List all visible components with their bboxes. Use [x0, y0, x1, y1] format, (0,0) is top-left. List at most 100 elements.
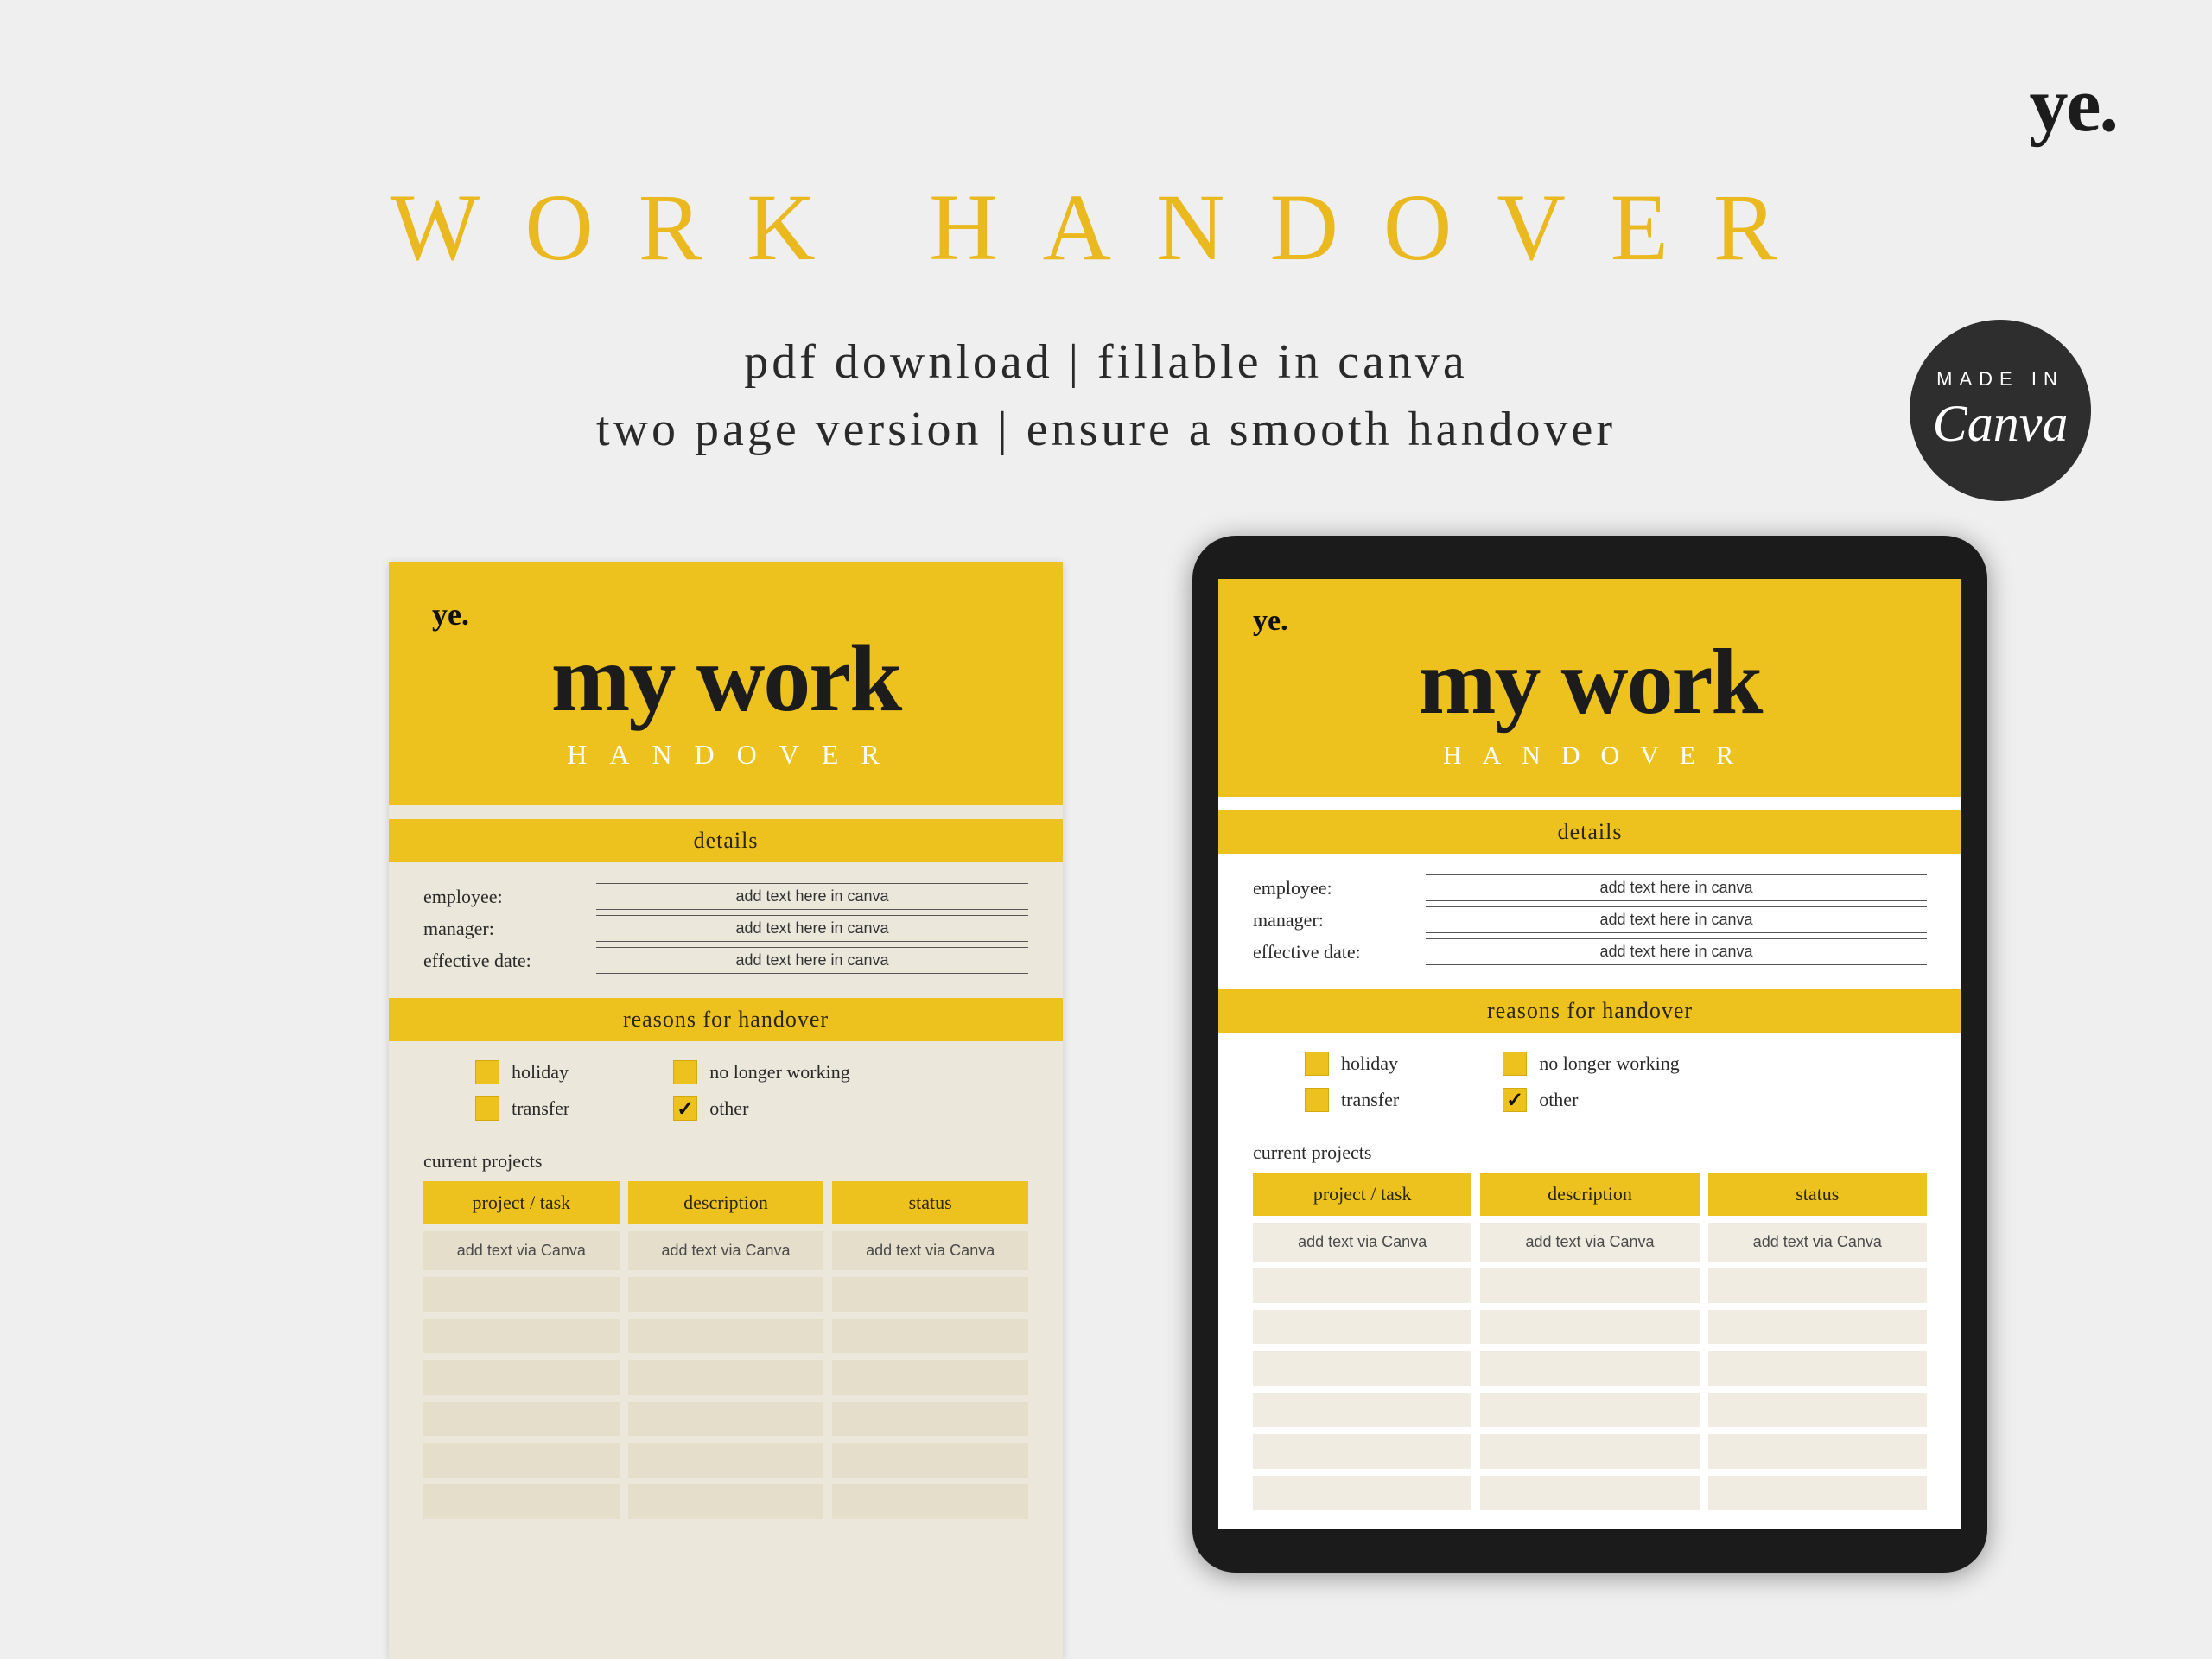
- reason-item: no longer working: [673, 1060, 850, 1084]
- detail-value: add text here in canva: [1426, 874, 1927, 901]
- reason-label: transfer: [512, 1097, 569, 1120]
- detail-row: effective date: add text here in canva: [1253, 938, 1927, 965]
- projects-cell: [423, 1443, 620, 1478]
- projects-cell: [1253, 1393, 1471, 1427]
- subhead-line-2: two page version | ensure a smooth hando…: [596, 403, 1616, 456]
- detail-row: manager: add text here in canva: [1253, 906, 1927, 933]
- projects-row: [423, 1319, 1028, 1353]
- reason-item: transfer: [475, 1096, 569, 1121]
- doc-subtitle: HANDOVER: [432, 739, 1020, 771]
- projects-cell: [832, 1443, 1028, 1478]
- checkbox-checked-icon: ✓: [1503, 1088, 1527, 1112]
- projects-cell: [1480, 1351, 1699, 1386]
- checkbox-icon: [475, 1096, 499, 1121]
- projects-cell: add text via Canva: [423, 1231, 620, 1270]
- projects-cell: [628, 1277, 824, 1312]
- projects-cell: [1708, 1351, 1927, 1386]
- projects-cell: add text via Canva: [1480, 1223, 1699, 1262]
- projects-cell: [1480, 1434, 1699, 1469]
- projects-cell: [423, 1402, 620, 1436]
- projects-header-row: project / taskdescriptionstatus: [423, 1181, 1028, 1224]
- projects-cell: [628, 1402, 824, 1436]
- reason-label: transfer: [1341, 1089, 1399, 1111]
- projects-cell: [1708, 1393, 1927, 1427]
- detail-value: add text here in canva: [1426, 938, 1927, 965]
- detail-value: add text here in canva: [596, 883, 1028, 910]
- projects-cell: [832, 1402, 1028, 1436]
- band-details: details: [389, 819, 1063, 862]
- detail-label: effective date:: [1253, 941, 1426, 963]
- projects-header-cell: description: [1480, 1173, 1699, 1216]
- reason-label: no longer working: [1539, 1052, 1680, 1075]
- reason-item: transfer: [1305, 1088, 1399, 1112]
- detail-label: manager:: [423, 918, 596, 940]
- projects-label: current projects: [1218, 1141, 1961, 1164]
- projects-row: add text via Canvaadd text via Canvaadd …: [1253, 1223, 1927, 1262]
- projects-row: [1253, 1351, 1927, 1386]
- projects-cell: [832, 1360, 1028, 1395]
- page-headline: WORK HANDOVER: [0, 173, 2212, 283]
- detail-label: employee:: [1253, 877, 1426, 899]
- reason-label: holiday: [512, 1061, 569, 1084]
- projects-cell: [423, 1319, 620, 1353]
- projects-row: add text via Canvaadd text via Canvaadd …: [423, 1231, 1028, 1270]
- reason-item: holiday: [1305, 1052, 1399, 1076]
- projects-cell: add text via Canva: [832, 1231, 1028, 1270]
- projects-cell: [423, 1484, 620, 1519]
- projects-row: [1253, 1268, 1927, 1303]
- checkbox-icon: [1503, 1052, 1527, 1076]
- projects-cell: [832, 1319, 1028, 1353]
- checkbox-checked-icon: ✓: [673, 1096, 697, 1121]
- badge-top-text: MADE IN: [1936, 368, 2064, 391]
- detail-row: employee: add text here in canva: [1253, 874, 1927, 901]
- details-area: employee: add text here in canva manager…: [389, 862, 1063, 998]
- detail-row: effective date: add text here in canva: [423, 947, 1028, 974]
- projects-cell: [628, 1484, 824, 1519]
- doc-subtitle: HANDOVER: [1253, 741, 1927, 771]
- checkbox-icon: [1305, 1052, 1329, 1076]
- band-reasons: reasons for handover: [1218, 989, 1961, 1033]
- projects-cell: [1708, 1434, 1927, 1469]
- projects-header-cell: status: [1708, 1173, 1927, 1216]
- projects-header-cell: project / task: [423, 1181, 620, 1224]
- doc-title: my work: [1253, 629, 1927, 736]
- reasons-area: holiday transfer no longer working ✓ oth…: [1218, 1033, 1961, 1135]
- projects-cell: [1708, 1268, 1927, 1303]
- projects-row: [423, 1402, 1028, 1436]
- projects-row: [1253, 1310, 1927, 1344]
- details-area: employee: add text here in canva manager…: [1218, 854, 1961, 989]
- doc-header: ye. my work HANDOVER: [1218, 579, 1961, 797]
- reason-item: ✓ other: [1503, 1088, 1680, 1112]
- projects-cell: add text via Canva: [1253, 1223, 1471, 1262]
- doc-title: my work: [432, 624, 1020, 734]
- projects-cell: [1253, 1310, 1471, 1344]
- projects-cell: [1480, 1268, 1699, 1303]
- projects-header-cell: status: [832, 1181, 1028, 1224]
- projects-row: [423, 1443, 1028, 1478]
- projects-cell: [1253, 1476, 1471, 1510]
- detail-value: add text here in canva: [596, 947, 1028, 974]
- projects-cell: [1480, 1310, 1699, 1344]
- reason-label: holiday: [1341, 1052, 1398, 1075]
- detail-label: employee:: [423, 886, 596, 908]
- projects-cell: [1480, 1393, 1699, 1427]
- projects-table-paper: project / taskdescriptionstatus add text …: [389, 1181, 1063, 1519]
- projects-row: [1253, 1434, 1927, 1469]
- projects-cell: [628, 1443, 824, 1478]
- checkbox-icon: [1305, 1088, 1329, 1112]
- projects-cell: [1253, 1434, 1471, 1469]
- detail-row: manager: add text here in canva: [423, 915, 1028, 942]
- made-in-canva-badge: MADE IN Canva: [1910, 320, 2091, 501]
- detail-value: add text here in canva: [1426, 906, 1927, 933]
- reason-item: holiday: [475, 1060, 569, 1084]
- reason-item: ✓ other: [673, 1096, 850, 1121]
- page-subhead: pdf download | fillable in canva two pag…: [0, 328, 2212, 464]
- projects-cell: [1708, 1476, 1927, 1510]
- projects-row: [1253, 1476, 1927, 1510]
- detail-label: effective date:: [423, 950, 596, 972]
- brand-logo: ye.: [2030, 60, 2117, 149]
- paper-template-preview: ye. my work HANDOVER details employee: a…: [389, 562, 1063, 1659]
- projects-cell: [628, 1360, 824, 1395]
- projects-cell: [423, 1360, 620, 1395]
- projects-cell: [832, 1277, 1028, 1312]
